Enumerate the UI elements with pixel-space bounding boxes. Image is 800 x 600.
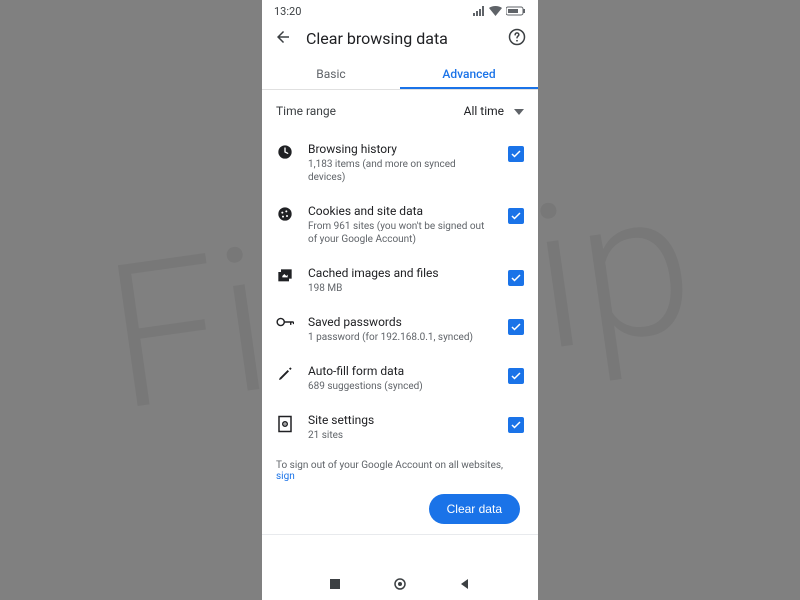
option-subtitle: From 961 sites (you won't be signed out … — [308, 220, 494, 246]
action-row: Clear data — [274, 484, 526, 528]
phone-frame: 13:20 Clear browsing data Basic Advanced… — [262, 0, 538, 600]
clock-icon — [276, 142, 294, 160]
back-nav-icon[interactable] — [459, 578, 471, 593]
checkbox[interactable] — [508, 270, 524, 286]
footer-note-text: To sign out of your Google Account on al… — [276, 460, 503, 471]
option-autofill[interactable]: Auto-fill form data 689 suggestions (syn… — [274, 354, 526, 403]
content-area: Time range All time Browsing history 1,1… — [262, 90, 538, 570]
option-subtitle: 1,183 items (and more on synced devices) — [308, 158, 494, 184]
sign-out-link[interactable]: sign — [276, 471, 295, 482]
option-title: Browsing history — [308, 142, 494, 156]
key-icon — [276, 315, 294, 327]
recent-apps-icon[interactable] — [329, 578, 341, 593]
help-icon[interactable] — [508, 28, 526, 49]
signal-icon — [473, 6, 485, 16]
option-browsing-history[interactable]: Browsing history 1,183 items (and more o… — [274, 132, 526, 194]
status-icons — [473, 6, 526, 16]
option-title: Saved passwords — [308, 315, 494, 329]
tab-basic[interactable]: Basic — [262, 59, 400, 89]
page-header: Clear browsing data — [262, 22, 538, 59]
option-passwords[interactable]: Saved passwords 1 password (for 192.168.… — [274, 305, 526, 354]
option-title: Cookies and site data — [308, 204, 494, 218]
option-subtitle: 21 sites — [308, 429, 494, 442]
settings-page-icon — [276, 413, 294, 433]
time-range-label: Time range — [276, 104, 336, 118]
option-cached[interactable]: Cached images and files 198 MB — [274, 256, 526, 305]
option-title: Site settings — [308, 413, 494, 427]
clear-data-button[interactable]: Clear data — [429, 494, 520, 524]
time-range-row: Time range All time — [274, 90, 526, 132]
checkbox[interactable] — [508, 417, 524, 433]
page-title: Clear browsing data — [306, 29, 494, 48]
image-icon — [276, 266, 294, 284]
option-cookies[interactable]: Cookies and site data From 961 sites (yo… — [274, 194, 526, 256]
footer-note: To sign out of your Google Account on al… — [274, 452, 526, 484]
checkbox[interactable] — [508, 146, 524, 162]
android-nav-bar — [262, 570, 538, 600]
divider — [262, 534, 538, 535]
option-site-settings[interactable]: Site settings 21 sites — [274, 403, 526, 452]
wifi-icon — [489, 6, 502, 16]
tabs: Basic Advanced — [262, 59, 538, 90]
status-time: 13:20 — [274, 5, 301, 18]
pencil-icon — [276, 364, 294, 382]
tab-advanced[interactable]: Advanced — [400, 59, 538, 89]
checkbox[interactable] — [508, 368, 524, 384]
battery-icon — [506, 6, 526, 16]
status-bar: 13:20 — [262, 0, 538, 22]
chevron-down-icon — [514, 104, 524, 118]
option-title: Cached images and files — [308, 266, 494, 280]
back-icon[interactable] — [274, 28, 292, 49]
cookie-icon — [276, 204, 294, 222]
time-range-value: All time — [464, 104, 504, 118]
option-subtitle: 1 password (for 192.168.0.1, synced) — [308, 331, 494, 344]
home-icon[interactable] — [394, 578, 406, 593]
checkbox[interactable] — [508, 319, 524, 335]
time-range-select[interactable]: All time — [464, 104, 524, 118]
checkbox[interactable] — [508, 208, 524, 224]
option-title: Auto-fill form data — [308, 364, 494, 378]
option-subtitle: 198 MB — [308, 282, 494, 295]
option-subtitle: 689 suggestions (synced) — [308, 380, 494, 393]
